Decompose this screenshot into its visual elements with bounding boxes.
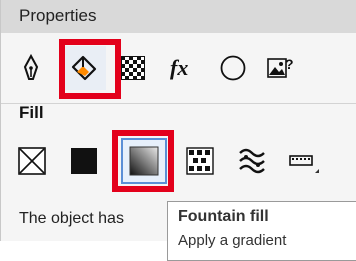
- ellipse-shape-icon[interactable]: [211, 46, 255, 90]
- fill-bucket-icon[interactable]: [62, 46, 106, 90]
- properties-panel: Properties fx ? Fill The object has Foun…: [0, 0, 356, 261]
- svg-text:fx: fx: [170, 55, 188, 80]
- effects-fx-icon[interactable]: fx: [161, 46, 205, 90]
- fill-type-row: [1, 130, 356, 198]
- no-fill-icon[interactable]: [9, 138, 55, 184]
- pattern-fill-icon[interactable]: [177, 138, 223, 184]
- image-question-icon[interactable]: ?: [259, 46, 303, 90]
- outline-pen-icon[interactable]: [9, 46, 53, 90]
- fill-section-title: Fill: [19, 103, 44, 122]
- postscript-fill-icon[interactable]: [281, 138, 327, 184]
- fill-description-text: The object has: [19, 210, 124, 227]
- panel-title: Properties: [19, 6, 97, 25]
- texture-fill-icon[interactable]: [229, 138, 275, 184]
- uniform-fill-icon[interactable]: [61, 138, 107, 184]
- fountain-fill-tooltip: Fountain fill Apply a gradient: [167, 201, 356, 261]
- panel-titlebar: Properties: [1, 0, 356, 33]
- svg-text:?: ?: [285, 56, 294, 72]
- transparency-checker-icon[interactable]: [111, 46, 155, 90]
- fountain-fill-icon[interactable]: [121, 138, 167, 184]
- tooltip-title: Fountain fill: [178, 208, 269, 225]
- properties-tool-row: fx ?: [1, 33, 356, 104]
